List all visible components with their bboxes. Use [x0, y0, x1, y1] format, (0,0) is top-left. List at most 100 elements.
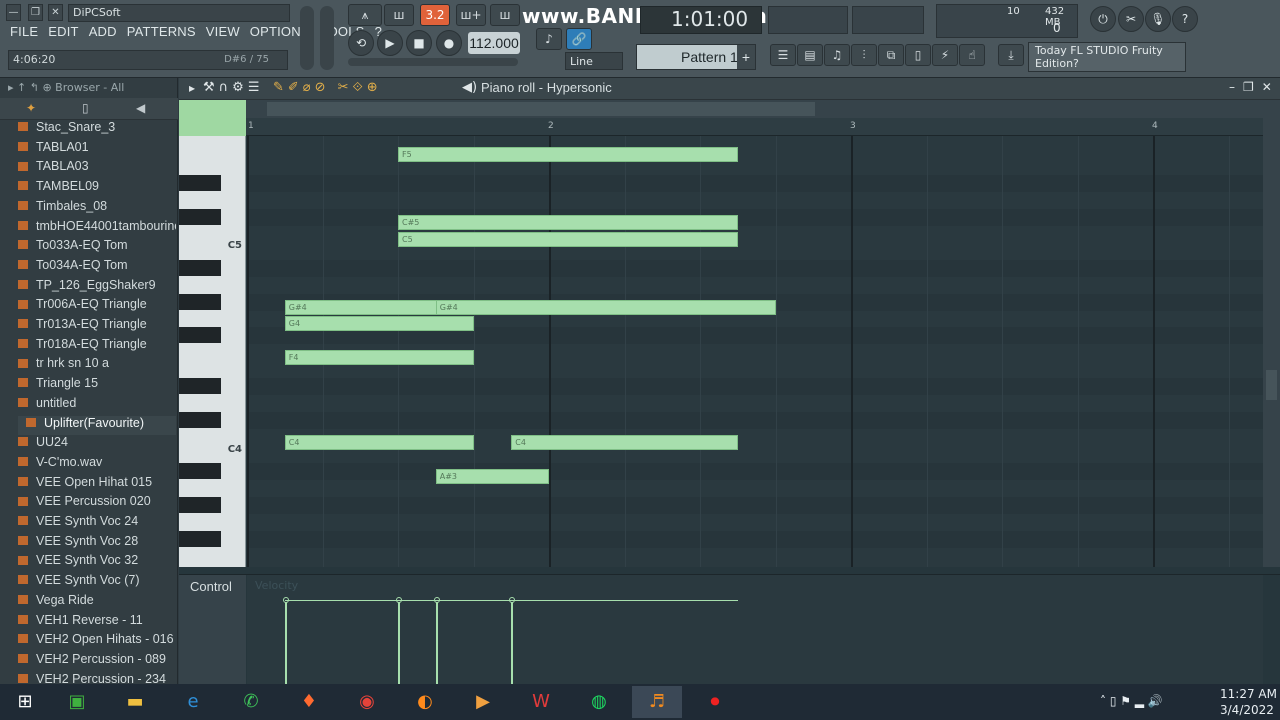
vertical-scrollbar-thumb[interactable] — [1266, 370, 1277, 400]
mixer-icon[interactable]: ⫶ — [851, 44, 877, 66]
help-question-icon[interactable]: ? — [1172, 6, 1198, 32]
timeline-ruler[interactable]: 1 2 3 4 — [246, 118, 1263, 136]
browser-filter-icon[interactable]: ✦ — [26, 101, 36, 115]
power-icon[interactable]: ⏻ — [1090, 6, 1116, 32]
note[interactable]: F5 — [398, 146, 738, 162]
control-selector[interactable]: Control — [179, 575, 246, 685]
metronome-icon[interactable]: ⩚ — [348, 4, 382, 26]
browser-item[interactable]: Uplifter(Favourite) — [18, 415, 176, 435]
snap-icon[interactable]: ♪ — [536, 28, 562, 50]
file-explorer-icon[interactable]: ▬ — [110, 686, 160, 718]
note[interactable]: F4 — [284, 350, 474, 366]
note[interactable]: A#3 — [435, 469, 549, 484]
browser-item[interactable]: TABLA01 — [18, 140, 176, 159]
chrome-icon[interactable]: ◉ — [342, 686, 392, 718]
playlist-icon[interactable]: ☰ — [770, 44, 796, 66]
black-key[interactable] — [179, 496, 221, 513]
browser-item[interactable]: VEE Synth Voc (7) — [18, 573, 176, 592]
menu-patterns[interactable]: PATTERNS — [127, 24, 196, 44]
browser-item[interactable]: Tr006A-EQ Triangle — [18, 297, 176, 316]
browser-item[interactable]: VEH2 Open Hihats - 016 — [18, 632, 176, 651]
pattern-song-toggle[interactable]: ⟲ — [348, 30, 374, 56]
menu-edit[interactable]: EDIT — [48, 24, 78, 44]
browser-item[interactable]: VEE Synth Voc 24 — [18, 514, 176, 533]
download-icon[interactable]: ⤓ — [998, 44, 1024, 66]
add-pattern-button[interactable]: + — [737, 45, 755, 69]
browser-item[interactable]: VEE Synth Voc 28 — [18, 534, 176, 553]
edge-icon[interactable]: e — [168, 686, 218, 718]
wps-icon[interactable]: W — [516, 686, 566, 718]
piano-roll-menu-icon[interactable]: ▸ — [189, 81, 195, 95]
menu-add[interactable]: ADD — [89, 24, 117, 44]
tool-icons[interactable]: ⚒∩⚙☰ — [203, 80, 263, 95]
microphone-icon[interactable]: 🎙 — [1145, 6, 1171, 32]
stop-button[interactable]: ■ — [406, 30, 432, 56]
window-controls-icon[interactable]: –❐✕ — [1229, 80, 1280, 94]
browser-item[interactable]: To033A-EQ Tom — [18, 238, 176, 257]
black-key[interactable] — [179, 174, 221, 191]
browser-files-icon[interactable]: ▯ — [82, 101, 89, 115]
draw-tool-icon[interactable]: ✎✐⌀⊘ ✂⟐⊕ — [273, 80, 382, 95]
browser-icon[interactable]: ▯ — [905, 44, 931, 66]
browser-item[interactable]: Triangle 15 — [18, 376, 176, 395]
browser-item[interactable]: Vega Ride — [18, 593, 176, 612]
vertical-scrollbar[interactable] — [1263, 100, 1280, 567]
cut-icon[interactable]: ✂ — [1118, 6, 1144, 32]
plugins-icon[interactable]: ⧉ — [878, 44, 904, 66]
velocity-stem[interactable] — [398, 601, 400, 685]
bandicam-record-icon[interactable]: ⏺ — [690, 686, 740, 718]
spotify-icon[interactable]: ◍ — [574, 686, 624, 718]
browser-item[interactable]: VEE Percussion 020 — [18, 494, 176, 513]
piano-keyboard[interactable]: C5 C4 — [179, 136, 246, 567]
song-position-slider[interactable] — [348, 58, 518, 66]
menu-file[interactable]: FILE — [10, 24, 38, 44]
speaker-icon[interactable]: ◀) — [462, 80, 477, 95]
browser-nav-icon[interactable]: ▸ ↑ ↰ ⊕ — [8, 81, 55, 94]
windows-start-icon[interactable]: ⊞ — [0, 686, 50, 718]
black-key[interactable] — [179, 259, 221, 276]
restore-button[interactable]: ❐ — [28, 4, 43, 21]
black-key[interactable] — [179, 293, 221, 310]
browser-speaker-icon[interactable]: ◀ — [136, 101, 145, 115]
whatsapp-icon[interactable]: ✆ — [226, 686, 276, 718]
browser-item[interactable]: VEE Synth Voc 32 — [18, 553, 176, 572]
fl-studio-icon[interactable]: ♬ — [632, 686, 682, 718]
browser-item[interactable]: VEH2 Percussion - 089 — [18, 652, 176, 671]
wait-icon[interactable]: ш — [384, 4, 414, 26]
blend-icon[interactable]: ш+ — [456, 4, 486, 26]
note[interactable]: C4 — [511, 435, 738, 451]
browser-item[interactable]: Stac_Snare_3 — [18, 120, 176, 139]
note[interactable]: C#5 — [398, 214, 738, 230]
piano-roll-icon[interactable]: ♫ — [824, 44, 850, 66]
close-button[interactable]: ✕ — [48, 4, 63, 21]
mode-display[interactable]: 3.2 — [420, 4, 450, 26]
browser-item[interactable]: V-C'mo.wav — [18, 455, 176, 474]
help-icon[interactable]: ☝ — [959, 44, 985, 66]
browser-item[interactable]: tr hrk sn 10 a — [18, 356, 176, 375]
velocity-lane[interactable]: Velocity — [247, 575, 1263, 685]
browser-item[interactable]: To034A-EQ Tom — [18, 258, 176, 277]
note[interactable]: G4 — [284, 316, 474, 332]
browser-item[interactable]: tmbHOE44001tambourine — [18, 219, 176, 238]
firefox-icon[interactable]: ◐ — [400, 686, 450, 718]
tempo-display[interactable]: 112.000 — [468, 32, 520, 54]
black-key[interactable] — [179, 378, 221, 395]
note[interactable]: C5 — [398, 231, 738, 247]
master-volume-slider[interactable] — [300, 6, 314, 70]
velocity-stem[interactable] — [284, 601, 287, 685]
browser-item[interactable]: TAMBEL09 — [18, 179, 176, 198]
black-key[interactable] — [179, 412, 221, 429]
pattern-selector[interactable]: Pattern 1 + — [636, 44, 756, 70]
menu-view[interactable]: VIEW — [206, 24, 240, 44]
black-key[interactable] — [179, 463, 221, 480]
note-grid[interactable]: F5 C#5 C5 G#4 G#4 G4 F4 C4 C4 A#3 — [247, 136, 1263, 567]
minimize-button[interactable]: — — [6, 4, 21, 21]
master-pitch-slider[interactable] — [320, 6, 334, 70]
scrollbar-thumb[interactable] — [267, 102, 815, 116]
browser-item[interactable]: Tr018A-EQ Triangle — [18, 337, 176, 356]
channel-rack-icon[interactable]: ▤ — [797, 44, 823, 66]
snap-mode-select[interactable]: Line — [565, 52, 623, 70]
loop-record-icon[interactable]: ш — [490, 4, 520, 26]
browser-item[interactable]: TABLA03 — [18, 159, 176, 178]
black-key[interactable] — [179, 530, 221, 547]
